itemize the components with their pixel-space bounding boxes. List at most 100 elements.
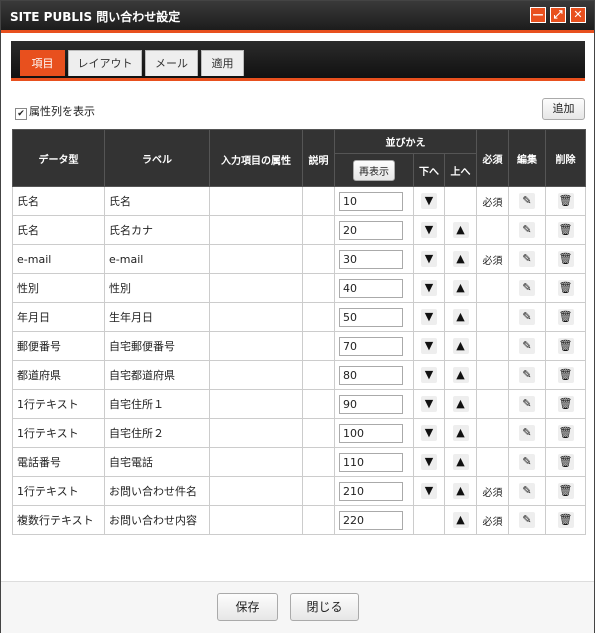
arrow-down-icon[interactable]: ▼ bbox=[421, 193, 437, 209]
order-input[interactable] bbox=[339, 278, 403, 298]
trash-icon[interactable]: 🗑 bbox=[557, 454, 574, 470]
table-row: e-maile-mail ▼ ▲ 必須 ✎ 🗑 bbox=[12, 244, 587, 274]
arrow-up-icon[interactable]: ▲ bbox=[452, 454, 469, 470]
minimize-button[interactable]: — bbox=[530, 7, 546, 23]
cell-up: ▲ bbox=[443, 302, 478, 332]
cell-label: 生年月日 bbox=[104, 302, 210, 332]
pencil-icon[interactable]: ✎ bbox=[519, 396, 536, 412]
cell-attr bbox=[209, 331, 303, 361]
arrow-down-icon[interactable]: ▼ bbox=[421, 396, 437, 412]
arrow-down-icon[interactable]: ▼ bbox=[421, 483, 437, 499]
cell-delete: 🗑 bbox=[545, 389, 587, 419]
cell-desc bbox=[302, 331, 335, 361]
cell-down: ▼ bbox=[413, 273, 445, 303]
arrow-up-icon[interactable]: ▲ bbox=[452, 251, 469, 267]
trash-icon[interactable]: 🗑 bbox=[557, 425, 574, 441]
arrow-up-icon[interactable]: ▲ bbox=[452, 425, 469, 441]
order-input[interactable] bbox=[339, 423, 403, 443]
arrow-up-icon[interactable]: ▲ bbox=[452, 512, 469, 528]
cell-desc bbox=[302, 215, 335, 245]
pencil-icon[interactable]: ✎ bbox=[519, 193, 536, 209]
window-title: SITE PUBLIS 問い合わせ設定 bbox=[10, 10, 181, 24]
order-input[interactable] bbox=[339, 452, 403, 472]
cell-required bbox=[476, 447, 510, 477]
order-input[interactable] bbox=[339, 481, 403, 501]
checkbox-icon[interactable]: ✔ bbox=[15, 108, 27, 120]
trash-icon[interactable]: 🗑 bbox=[557, 309, 574, 325]
arrow-down-icon[interactable]: ▼ bbox=[421, 251, 437, 267]
tab-apply[interactable]: 適用 bbox=[201, 50, 244, 76]
cell-required: 必須 bbox=[476, 505, 510, 535]
arrow-up-icon[interactable]: ▲ bbox=[452, 367, 469, 383]
pencil-icon[interactable]: ✎ bbox=[519, 309, 536, 325]
maximize-button[interactable]: ⤢ bbox=[550, 7, 566, 23]
save-button[interactable]: 保存 bbox=[217, 593, 278, 621]
arrow-up-icon[interactable]: ▲ bbox=[452, 338, 469, 354]
trash-icon[interactable]: 🗑 bbox=[557, 280, 574, 296]
cell-delete: 🗑 bbox=[545, 244, 587, 274]
close-button[interactable]: 閉じる bbox=[290, 593, 359, 621]
order-input[interactable] bbox=[339, 307, 403, 327]
arrow-down-icon[interactable]: ▼ bbox=[421, 280, 437, 296]
order-input[interactable] bbox=[339, 191, 403, 211]
table-row: 1行テキスト自宅住所１ ▼ ▲ ✎ 🗑 bbox=[12, 389, 587, 419]
arrow-down-icon[interactable]: ▼ bbox=[421, 338, 437, 354]
order-input[interactable] bbox=[339, 249, 403, 269]
trash-icon[interactable]: 🗑 bbox=[557, 222, 574, 238]
arrow-down-icon[interactable]: ▼ bbox=[421, 367, 437, 383]
tab-mail[interactable]: メール bbox=[145, 50, 198, 76]
pencil-icon[interactable]: ✎ bbox=[519, 280, 536, 296]
order-input[interactable] bbox=[339, 510, 403, 530]
order-input[interactable] bbox=[339, 394, 403, 414]
add-button[interactable]: 追加 bbox=[542, 98, 585, 120]
order-input[interactable] bbox=[339, 220, 403, 240]
pencil-icon[interactable]: ✎ bbox=[519, 425, 536, 441]
arrow-down-icon[interactable]: ▼ bbox=[421, 222, 437, 238]
cell-edit: ✎ bbox=[508, 447, 547, 477]
arrow-down-icon[interactable]: ▼ bbox=[421, 309, 437, 325]
cell-attr bbox=[209, 215, 303, 245]
tab-items[interactable]: 項目 bbox=[20, 50, 65, 76]
pencil-icon[interactable]: ✎ bbox=[519, 512, 536, 528]
trash-icon[interactable]: 🗑 bbox=[557, 251, 574, 267]
cell-order bbox=[334, 505, 414, 535]
cell-edit: ✎ bbox=[508, 244, 547, 274]
tab-layout[interactable]: レイアウト bbox=[68, 50, 142, 76]
pencil-icon[interactable]: ✎ bbox=[519, 367, 536, 383]
arrow-up-icon[interactable]: ▲ bbox=[452, 309, 469, 325]
arrow-down-icon[interactable]: ▼ bbox=[421, 425, 437, 441]
cell-down: ▼ bbox=[413, 447, 445, 477]
arrow-up-icon[interactable]: ▲ bbox=[452, 483, 469, 499]
pencil-icon[interactable]: ✎ bbox=[519, 338, 536, 354]
trash-icon[interactable]: 🗑 bbox=[557, 338, 574, 354]
cell-order bbox=[334, 186, 414, 216]
arrow-up-icon[interactable]: ▲ bbox=[452, 222, 469, 238]
arrow-down-icon[interactable]: ▼ bbox=[421, 454, 437, 470]
col-header-up: 上へ bbox=[443, 153, 478, 187]
trash-icon[interactable]: 🗑 bbox=[557, 367, 574, 383]
cell-delete: 🗑 bbox=[545, 447, 587, 477]
cell-edit: ✎ bbox=[508, 505, 547, 535]
cell-attr bbox=[209, 505, 303, 535]
pencil-icon[interactable]: ✎ bbox=[519, 222, 536, 238]
trash-icon[interactable]: 🗑 bbox=[557, 396, 574, 412]
pencil-icon[interactable]: ✎ bbox=[519, 251, 536, 267]
refresh-button[interactable]: 再表示 bbox=[353, 159, 395, 181]
show-attr-checkbox[interactable]: ✔ 属性列を表示 bbox=[15, 103, 95, 120]
cell-desc bbox=[302, 186, 335, 216]
trash-icon[interactable]: 🗑 bbox=[557, 512, 574, 528]
arrow-up-icon[interactable]: ▲ bbox=[452, 396, 469, 412]
cell-label: 自宅住所１ bbox=[104, 389, 210, 419]
close-window-button[interactable]: ✕ bbox=[570, 7, 586, 23]
arrow-up-icon[interactable]: ▲ bbox=[452, 280, 469, 296]
cell-down: ▼ bbox=[413, 418, 445, 448]
cell-label: e-mail bbox=[104, 244, 210, 274]
pencil-icon[interactable]: ✎ bbox=[519, 483, 536, 499]
trash-icon[interactable]: 🗑 bbox=[557, 193, 574, 209]
trash-icon[interactable]: 🗑 bbox=[557, 483, 574, 499]
title-bar[interactable]: SITE PUBLIS 問い合わせ設定 — ⤢ ✕ bbox=[1, 1, 594, 33]
order-input[interactable] bbox=[339, 365, 403, 385]
cell-delete: 🗑 bbox=[545, 418, 587, 448]
order-input[interactable] bbox=[339, 336, 403, 356]
pencil-icon[interactable]: ✎ bbox=[519, 454, 536, 470]
